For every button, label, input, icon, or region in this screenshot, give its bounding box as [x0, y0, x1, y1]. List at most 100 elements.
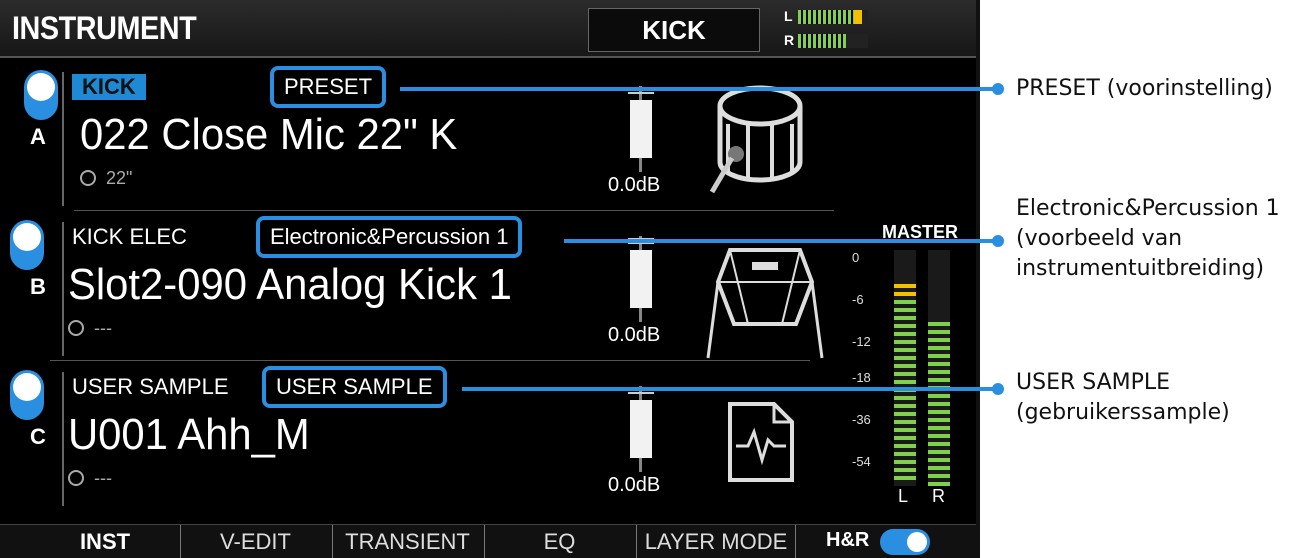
meter-segment [894, 380, 916, 384]
callout-dot-preset [992, 83, 1004, 95]
layer-b-category[interactable]: KICK ELEC [72, 224, 187, 250]
callout-preset: PRESET (voorinstelling) [1016, 76, 1273, 101]
layer-b-row[interactable]: B KICK ELEC Electronic&Percussion 1 Slot… [0, 214, 840, 362]
meter-segment [928, 330, 950, 334]
layer-b-bank[interactable]: Electronic&Percussion 1 [256, 216, 523, 258]
meter-segment [928, 458, 950, 462]
size-icon [80, 170, 96, 186]
meter-segment [928, 338, 950, 342]
callout-expansion: Electronic&Percussion 1 (voorbeeld van ins… [1016, 196, 1280, 281]
layer-a-toggle[interactable] [24, 70, 58, 120]
tab-eq[interactable]: EQ [484, 525, 634, 558]
meter-segment [894, 412, 916, 416]
meter-segment [894, 284, 916, 288]
layer-c-level-fader[interactable] [628, 386, 654, 472]
meter-segment [894, 308, 916, 312]
meter-segment [928, 362, 950, 366]
layer-b-size: --- [68, 318, 112, 339]
meter-segment [928, 402, 950, 406]
meter-segment [894, 476, 916, 480]
master-scale-0: 0 [852, 250, 860, 265]
tab-bar: INST V-EDIT TRANSIENT EQ LAYER MODE H&R [0, 524, 976, 558]
layer-a-bank[interactable]: PRESET [270, 66, 387, 108]
meter-segment [928, 378, 950, 382]
master-meter-left [894, 250, 916, 486]
meter-segment [894, 468, 916, 472]
meter-segment [928, 394, 950, 398]
meter-segment [928, 346, 950, 350]
layer-c-category[interactable]: USER SAMPLE [72, 374, 229, 400]
meter-segment [928, 354, 950, 358]
tab-v-edit[interactable]: V-EDIT [180, 525, 330, 558]
layer-c-instrument-name[interactable]: U001 Ahh_M [68, 410, 310, 460]
meter-segment [894, 420, 916, 424]
master-scale-18: -18 [852, 370, 871, 385]
meter-segment [894, 324, 916, 328]
layer-a-level-fader[interactable] [628, 86, 654, 172]
master-scale-36: -36 [852, 412, 871, 427]
meter-segment [894, 332, 916, 336]
master-meter: MASTER 0 -6 -12 -18 -36 -54 L R [852, 222, 964, 512]
callout-line-user-sample [462, 387, 998, 391]
instrument-screen: INSTRUMENT KICK L R A KICK PRESET 022 Cl… [0, 0, 980, 558]
meter-segment [894, 316, 916, 320]
layer-a-level: 0.0dB [608, 174, 661, 196]
layer-c-bank[interactable]: USER SAMPLE [262, 366, 447, 408]
meter-r [798, 34, 868, 48]
callout-dot-user-sample [992, 383, 1004, 395]
meter-segment [894, 364, 916, 368]
tab-inst[interactable]: INST [50, 525, 160, 558]
meter-segment [928, 474, 950, 478]
current-pad-name[interactable]: KICK [588, 8, 760, 52]
master-right-label: R [932, 486, 945, 506]
layer-b-letter: B [30, 274, 46, 299]
tab-layer-mode[interactable]: LAYER MODE [636, 525, 796, 558]
meter-segment [928, 434, 950, 438]
meter-segment [928, 370, 950, 374]
meter-segment [894, 356, 916, 360]
master-scale-54: -54 [852, 454, 871, 469]
size-icon [68, 320, 84, 336]
meter-segment [894, 300, 916, 304]
callout-line-expansion [564, 239, 998, 243]
size-icon [68, 470, 84, 486]
layer-a-category[interactable]: KICK [72, 74, 146, 100]
layer-a-size: 22" [80, 168, 132, 189]
meter-segment [894, 340, 916, 344]
meter-segment [894, 444, 916, 448]
master-left-label: L [898, 486, 909, 506]
meter-l [798, 10, 868, 24]
bass-drum-icon [709, 85, 803, 194]
page-title: INSTRUMENT [12, 10, 197, 46]
waveform-file-icon [728, 402, 794, 482]
callout-line-preset [400, 87, 998, 91]
callout-dot-expansion [992, 235, 1004, 247]
meter-segment [928, 466, 950, 470]
meter-segment [894, 372, 916, 376]
layer-b-level: 0.0dB [608, 324, 661, 346]
master-meter-right [928, 250, 950, 486]
layer-b-level-fader[interactable] [628, 236, 654, 322]
layer-c-letter: C [30, 424, 46, 449]
tab-transient[interactable]: TRANSIENT [332, 525, 482, 558]
layer-c-toggle[interactable] [10, 370, 44, 420]
master-scale-12: -12 [852, 334, 871, 349]
layer-b-instrument-name[interactable]: Slot2-090 Analog Kick 1 [68, 260, 512, 310]
meter-segment [894, 452, 916, 456]
meter-segment [894, 292, 916, 296]
meter-segment [928, 426, 950, 430]
meter-segment [894, 428, 916, 432]
meter-segment [928, 442, 950, 446]
hr-label: H&R [826, 529, 870, 551]
hr-toggle[interactable] [880, 529, 930, 555]
layer-c-size: --- [68, 468, 112, 489]
header-bar: INSTRUMENT KICK L R [0, 0, 976, 58]
layer-b-toggle[interactable] [10, 220, 44, 270]
layer-a-letter: A [30, 124, 46, 149]
master-scale-6: -6 [852, 292, 864, 307]
meter-segment [928, 410, 950, 414]
meter-segment [928, 418, 950, 422]
meter-l-label: L [784, 8, 793, 24]
meter-segment [894, 396, 916, 400]
layer-a-instrument-name[interactable]: 022 Close Mic 22" K [80, 110, 457, 160]
